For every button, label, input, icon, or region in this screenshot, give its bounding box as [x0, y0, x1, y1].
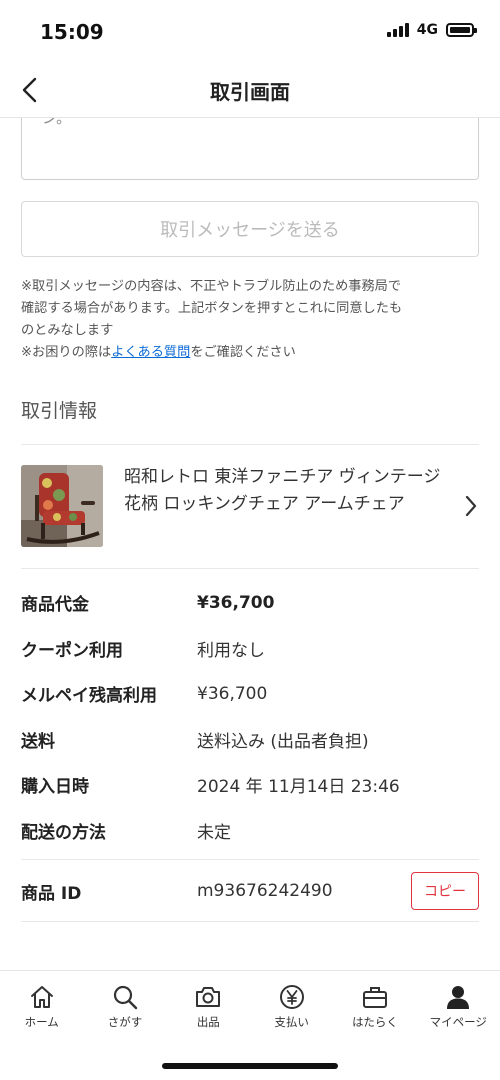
notice-line: ※取引メッセージの内容は、不正やトラブル防止のため事務局で [21, 279, 402, 294]
info-label: 購入日時 [21, 777, 89, 798]
home-indicator [162, 1063, 338, 1069]
info-row-coupon: クーポン利用 利用なし [21, 626, 479, 672]
network-type: 4G [416, 22, 438, 38]
product-id-row: 商品 ID m93676242490 コピー [21, 868, 479, 914]
info-row-price: 商品代金 ¥36,700 [21, 580, 479, 626]
textarea-text: ン。 [42, 118, 72, 127]
person-icon [447, 986, 470, 1009]
chevron-right-icon [465, 495, 477, 517]
status-bar: 15:09 4G [0, 0, 500, 62]
info-label: 送料 [21, 731, 55, 752]
info-value: 未定 [197, 822, 231, 843]
page-title: 取引画面 [210, 80, 290, 104]
product-id-value: m93676242490 [197, 881, 333, 901]
help-line: ※お困りの際はよくある質問をご確認ください [21, 342, 481, 364]
tab-sell[interactable]: 出品 [167, 971, 250, 1033]
tab-label: ホーム [24, 1015, 59, 1029]
info-value: 利用なし [197, 640, 265, 661]
signal-icon [386, 23, 409, 37]
transaction-info-list: 商品代金 ¥36,700 クーポン利用 利用なし メルペイ残高利用 ¥36,70… [21, 580, 479, 853]
product-thumbnail [21, 465, 103, 547]
product-name: 昭和レトロ 東洋ファニチア ヴィンテージ 花柄 ロッキングチェア アームチェア [124, 467, 441, 514]
divider [21, 568, 479, 569]
section-title: 取引情報 [21, 400, 98, 422]
help-suffix: をご確認ください [190, 345, 296, 360]
message-notice: ※取引メッセージの内容は、不正やトラブル防止のため事務局で 確認する場合がありま… [21, 276, 481, 364]
info-row-shipping-method: 配送の方法 未定 [21, 808, 479, 854]
briefcase-icon [362, 987, 387, 1008]
tab-label: はたらく [352, 1015, 398, 1029]
divider [21, 859, 479, 860]
tab-search[interactable]: さがす [83, 971, 166, 1033]
search-icon [113, 985, 138, 1010]
info-row-purchase-date: 購入日時 2024 年 11月14日 23:46 [21, 762, 479, 808]
help-prefix: ※お困りの際は [21, 345, 112, 360]
notice-line: 確認する場合があります。上記ボタンを押すとこれに同意したも [21, 301, 403, 316]
message-textarea[interactable]: ン。 [21, 118, 479, 180]
info-label: 商品代金 [21, 595, 89, 616]
transaction-content[interactable]: ン。 取引メッセージを送る ※取引メッセージの内容は、不正やトラブル防止のため事… [0, 118, 500, 970]
info-value: ¥36,700 [197, 592, 275, 613]
status-time: 15:09 [40, 20, 104, 44]
copy-button[interactable]: コピー [411, 872, 479, 910]
notice-line: のとみなします [21, 323, 114, 338]
tab-label: 出品 [196, 1015, 220, 1029]
info-label: 配送の方法 [21, 822, 106, 843]
camera-icon [196, 987, 221, 1007]
status-indicators: 4G [386, 22, 477, 38]
info-value: 送料込み (出品者負担) [197, 731, 369, 752]
tab-home[interactable]: ホーム [0, 971, 83, 1033]
send-message-button[interactable]: 取引メッセージを送る [21, 201, 479, 257]
info-row-merpay: メルペイ残高利用 ¥36,700 [21, 671, 479, 717]
divider [21, 444, 479, 445]
yen-circle-icon [279, 985, 304, 1009]
info-row-shipping-fee: 送料 送料込み (出品者負担) [21, 717, 479, 763]
info-label: メルペイ残高利用 [21, 686, 157, 707]
tab-mypage[interactable]: マイページ [417, 971, 500, 1033]
battery-icon [446, 23, 477, 37]
product-id-label: 商品 ID [21, 883, 82, 904]
nav-bar: 取引画面 [0, 62, 500, 118]
tab-label: 支払い [274, 1015, 309, 1029]
tab-payment[interactable]: 支払い [250, 971, 333, 1033]
tab-work[interactable]: はたらく [333, 971, 416, 1033]
tab-label: さがす [107, 1015, 143, 1029]
divider [21, 921, 479, 922]
info-value: ¥36,700 [197, 683, 268, 704]
home-icon [30, 986, 53, 1008]
tab-label: マイページ [429, 1015, 487, 1029]
faq-link[interactable]: よくある質問 [111, 345, 190, 360]
info-value: 2024 年 11月14日 23:46 [197, 777, 400, 798]
product-row[interactable]: 昭和レトロ 東洋ファニチア ヴィンテージ 花柄 ロッキングチェア アームチェア [0, 446, 500, 568]
rocking-chair-photo [21, 465, 103, 547]
info-label: クーポン利用 [21, 640, 123, 661]
tab-bar: ホーム さがす 出品 支払い はたらく マイページ [0, 970, 500, 1080]
